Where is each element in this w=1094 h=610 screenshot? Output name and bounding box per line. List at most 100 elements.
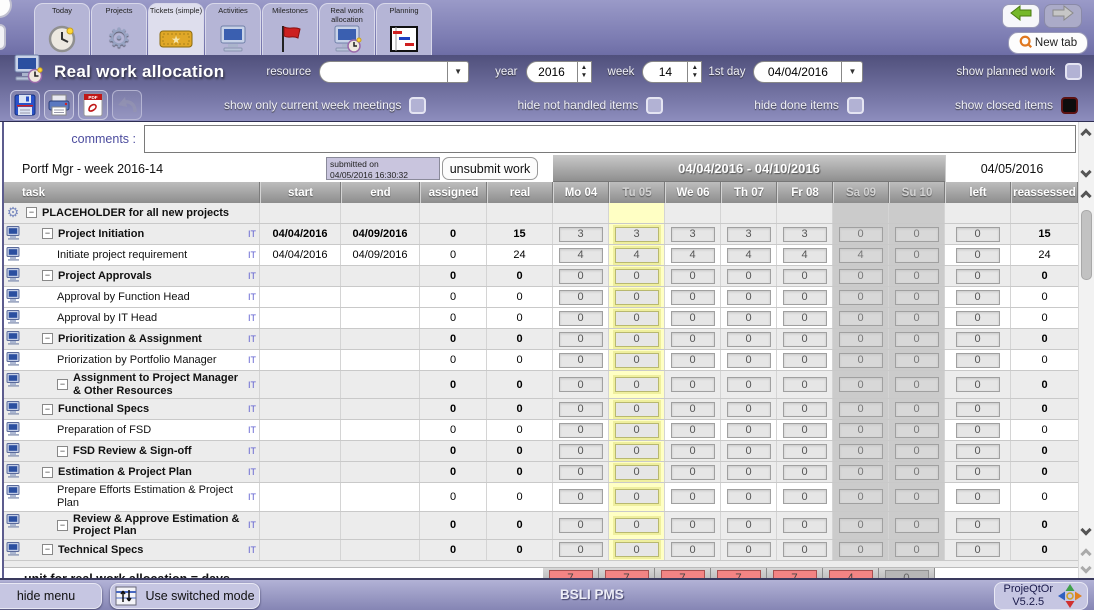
use-switched-mode-button[interactable]: Use switched mode: [110, 583, 260, 609]
day-work-input[interactable]: [727, 311, 771, 326]
task-cell[interactable]: −Project ApprovalsIT: [22, 266, 260, 286]
day-work-input[interactable]: [839, 444, 883, 459]
version-badge[interactable]: ProjeQtOr V5.2.5: [994, 582, 1088, 610]
task-cell[interactable]: −Estimation & Project PlanIT: [22, 462, 260, 482]
day-work-input[interactable]: [839, 248, 883, 263]
day-work-input[interactable]: [783, 465, 827, 480]
left-work-input[interactable]: [956, 290, 1000, 305]
day-work-input[interactable]: [895, 227, 939, 242]
column-header-tu-05[interactable]: Tu 05: [609, 182, 665, 203]
task-cell[interactable]: −Review & Approve Estimation & Project P…: [22, 512, 260, 539]
column-header-mo-04[interactable]: Mo 04: [553, 182, 609, 203]
day-work-input[interactable]: [727, 290, 771, 305]
activity-computer-icon[interactable]: [4, 441, 22, 461]
tab-projects[interactable]: Projects⚙: [91, 3, 147, 55]
day-work-input[interactable]: [559, 290, 603, 305]
week-input[interactable]: [642, 61, 688, 83]
task-cell[interactable]: Priorization by Portfolio ManagerIT: [22, 350, 260, 370]
day-work-input[interactable]: [727, 269, 771, 284]
collapse-toggle[interactable]: −: [42, 467, 53, 478]
day-work-input[interactable]: [615, 423, 659, 438]
day-work-input[interactable]: [559, 444, 603, 459]
day-work-input[interactable]: [671, 423, 715, 438]
hide-not-handled-items-checkbox[interactable]: [646, 97, 663, 114]
day-work-input[interactable]: [783, 518, 827, 533]
table-scroll-up-arrow[interactable]: [1080, 190, 1091, 201]
day-work-input[interactable]: [895, 465, 939, 480]
tab-tickets-simple[interactable]: Tickets (simple)★: [148, 3, 204, 55]
task-cell[interactable]: Approval by IT HeadIT: [22, 308, 260, 328]
day-work-input[interactable]: [615, 332, 659, 347]
day-work-input[interactable]: [727, 227, 771, 242]
day-work-input[interactable]: [839, 227, 883, 242]
day-work-input[interactable]: [895, 423, 939, 438]
show-closed-items-checkbox[interactable]: [1061, 97, 1078, 114]
column-header-reassessed[interactable]: reassessed: [1011, 182, 1078, 203]
day-work-input[interactable]: [615, 489, 659, 504]
day-work-input[interactable]: [839, 353, 883, 368]
day-work-input[interactable]: [783, 227, 827, 242]
day-work-input[interactable]: [559, 311, 603, 326]
day-work-input[interactable]: [783, 332, 827, 347]
day-work-input[interactable]: [839, 423, 883, 438]
unsubmit-work-button[interactable]: unsubmit work: [442, 157, 538, 180]
activity-computer-icon[interactable]: [4, 540, 22, 560]
column-header-sa-09[interactable]: Sa 09: [833, 182, 889, 203]
activity-computer-icon[interactable]: [4, 483, 22, 510]
day-work-input[interactable]: [615, 377, 659, 392]
left-work-input[interactable]: [956, 227, 1000, 242]
day-work-input[interactable]: [895, 353, 939, 368]
tab-milestones[interactable]: Milestones: [262, 3, 318, 55]
tab-today[interactable]: Today: [34, 3, 90, 55]
day-work-input[interactable]: [671, 465, 715, 480]
left-work-input[interactable]: [956, 402, 1000, 417]
day-work-input[interactable]: [559, 227, 603, 242]
column-header-th-07[interactable]: Th 07: [721, 182, 777, 203]
day-work-input[interactable]: [839, 377, 883, 392]
left-work-input[interactable]: [956, 353, 1000, 368]
day-work-input[interactable]: [615, 227, 659, 242]
day-work-input[interactable]: [727, 489, 771, 504]
day-work-input[interactable]: [839, 311, 883, 326]
left-work-input[interactable]: [956, 332, 1000, 347]
day-work-input[interactable]: [615, 248, 659, 263]
back-button[interactable]: [1002, 4, 1040, 28]
day-work-input[interactable]: [727, 518, 771, 533]
day-work-input[interactable]: [615, 269, 659, 284]
day-work-input[interactable]: [671, 518, 715, 533]
day-work-input[interactable]: [671, 489, 715, 504]
activity-computer-icon[interactable]: [4, 308, 22, 328]
column-header-task[interactable]: task: [4, 182, 260, 203]
comments-input[interactable]: [144, 125, 1076, 153]
pdf-export-button[interactable]: PDF: [78, 90, 108, 120]
column-header-su-10[interactable]: Su 10: [889, 182, 945, 203]
save-button[interactable]: [10, 90, 40, 120]
project-gear-icon[interactable]: ⚙: [4, 203, 22, 223]
day-work-input[interactable]: [559, 377, 603, 392]
day-work-input[interactable]: [559, 542, 603, 557]
activity-computer-icon[interactable]: [4, 462, 22, 482]
hide-done-items-checkbox[interactable]: [847, 97, 864, 114]
left-work-input[interactable]: [956, 518, 1000, 533]
left-work-input[interactable]: [956, 423, 1000, 438]
day-work-input[interactable]: [727, 332, 771, 347]
task-cell[interactable]: Preparation of FSDIT: [22, 420, 260, 440]
left-work-input[interactable]: [956, 465, 1000, 480]
day-work-input[interactable]: [671, 542, 715, 557]
task-cell[interactable]: −Technical SpecsIT: [22, 540, 260, 560]
day-work-input[interactable]: [895, 290, 939, 305]
tab-activities[interactable]: Activities: [205, 3, 261, 55]
totals-scroll-down-arrow[interactable]: [1080, 562, 1091, 573]
forward-button[interactable]: [1044, 4, 1082, 28]
day-work-input[interactable]: [839, 290, 883, 305]
day-work-input[interactable]: [839, 402, 883, 417]
left-work-input[interactable]: [956, 444, 1000, 459]
left-work-input[interactable]: [956, 489, 1000, 504]
column-header-real[interactable]: real: [487, 182, 553, 203]
day-work-input[interactable]: [895, 444, 939, 459]
scrollbar-thumb[interactable]: [1081, 210, 1092, 280]
column-header-assigned[interactable]: assigned: [420, 182, 487, 203]
day-work-input[interactable]: [615, 290, 659, 305]
day-work-input[interactable]: [671, 248, 715, 263]
new-tab-button[interactable]: New tab: [1008, 32, 1088, 54]
